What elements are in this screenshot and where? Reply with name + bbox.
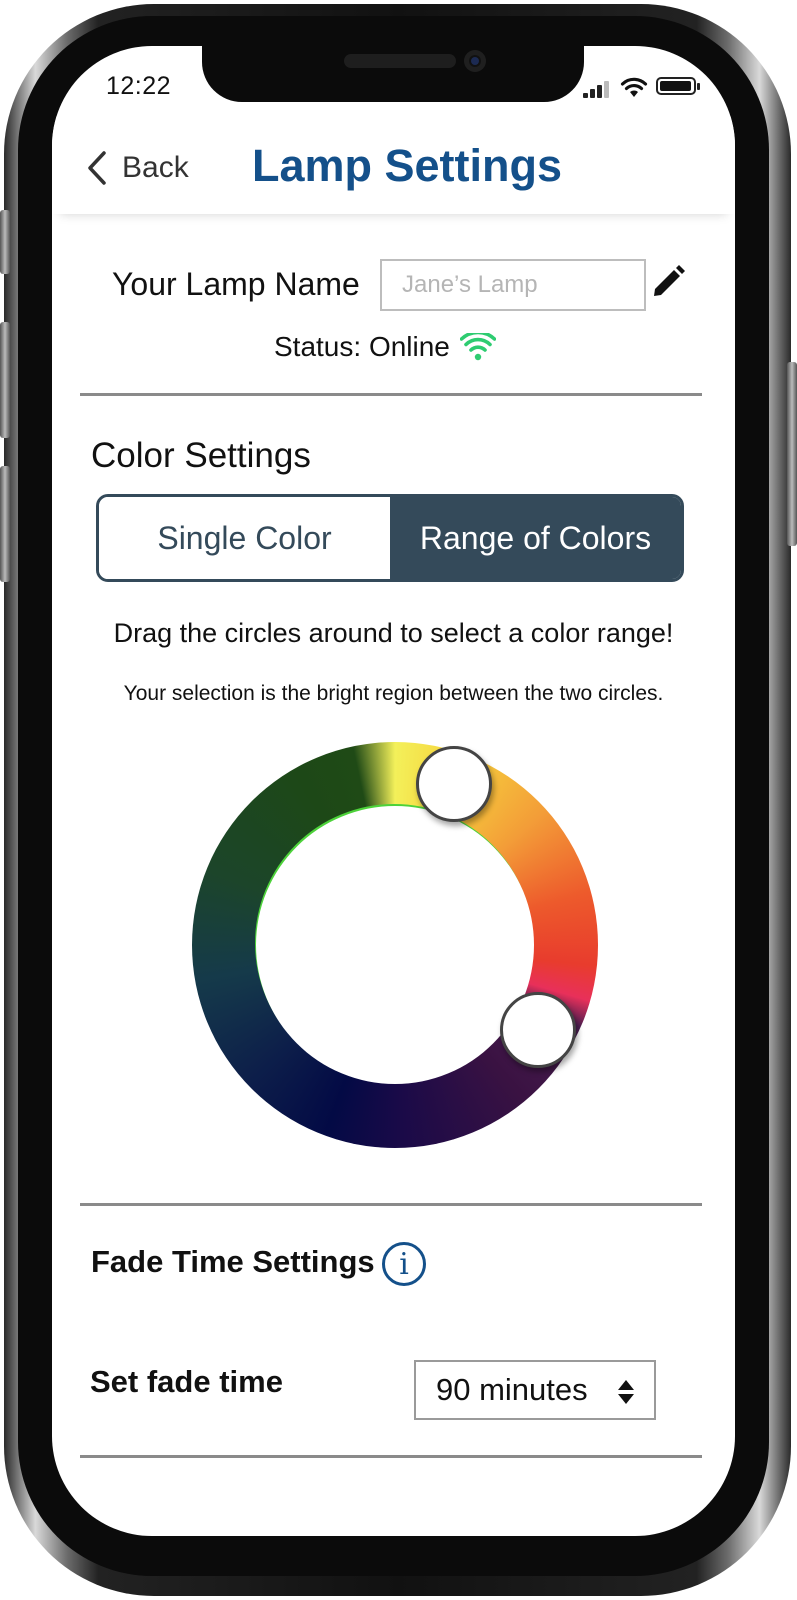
wifi-status-icon [620, 77, 648, 97]
status-text: Status: Online [274, 331, 450, 362]
drag-instruction: Drag the circles around to select a colo… [113, 618, 674, 648]
info-icon[interactable]: i [382, 1242, 426, 1286]
range-start-handle[interactable] [416, 746, 492, 822]
range-end-handle[interactable] [500, 992, 576, 1068]
mute-switch [0, 210, 10, 274]
back-label: Back [122, 151, 189, 184]
fade-settings-title: Fade Time Settings [91, 1244, 375, 1279]
status-time: 12:22 [106, 72, 172, 100]
wifi-icon [459, 333, 496, 361]
chevron-left-icon [88, 151, 106, 185]
power-button [787, 362, 797, 546]
selection-hint: Your selection is the bright region betw… [123, 682, 664, 705]
nav-header: Back Lamp Settings [52, 116, 735, 214]
battery-icon [656, 77, 700, 95]
color-settings-title: Color Settings [91, 436, 311, 475]
color-wheel[interactable] [192, 742, 598, 1148]
notch [202, 46, 584, 102]
fade-time-label: Set fade time [90, 1364, 283, 1399]
range-of-colors-option[interactable]: Range of Colors [390, 497, 681, 579]
fade-time-select[interactable]: 90 minutes [414, 1360, 656, 1420]
speaker [344, 54, 456, 68]
sort-icon [618, 1380, 634, 1404]
pencil-icon [654, 265, 685, 296]
divider [80, 393, 702, 396]
color-mode-toggle: Single Color Range of Colors [96, 494, 684, 582]
back-button[interactable]: Back [86, 146, 189, 190]
single-color-option[interactable]: Single Color [99, 497, 390, 579]
fade-time-value: 90 minutes [436, 1372, 588, 1407]
divider [80, 1203, 702, 1206]
page-title: Lamp Settings [252, 140, 563, 191]
app-screen: 12:22 Back Lamp Settings Your Lamp Name [52, 46, 735, 1536]
connection-status: Status: Online [274, 331, 496, 363]
volume-up-button [0, 322, 10, 438]
camera [464, 50, 486, 72]
edit-name-button[interactable] [650, 264, 686, 300]
color-wheel-center [256, 806, 534, 1084]
lamp-name-label: Your Lamp Name [112, 266, 360, 302]
volume-down-button [0, 466, 10, 582]
lamp-name-field[interactable] [380, 259, 646, 311]
divider [80, 1455, 702, 1458]
